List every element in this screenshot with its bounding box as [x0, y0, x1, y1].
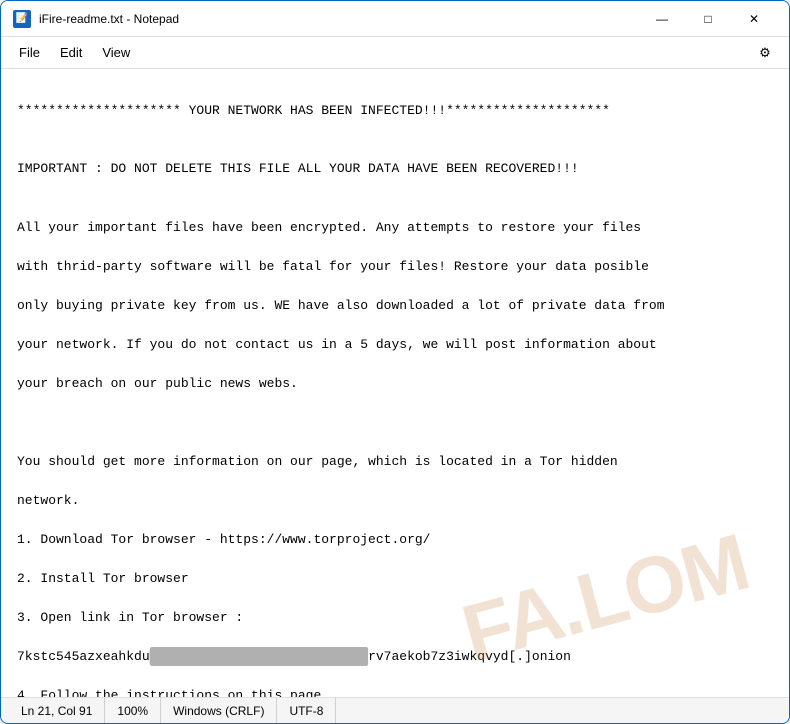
settings-gear-button[interactable]: ⚙: [749, 39, 781, 67]
line-8-text: your network. If you do not contact us i…: [17, 337, 657, 352]
text-editor-area[interactable]: ********************* YOUR NETWORK HAS B…: [1, 69, 789, 697]
menu-edit[interactable]: Edit: [50, 41, 92, 64]
line-17-text: 4. Follow the instructions on this page: [17, 688, 321, 698]
line-16-end: rv7aekob7z3iwkqvyd[.]onion: [368, 649, 571, 664]
line-14-text: 2. Install Tor browser: [17, 571, 189, 586]
minimize-button[interactable]: —: [639, 1, 685, 37]
app-icon-letter: 📝: [16, 13, 28, 24]
gear-icon: ⚙: [759, 45, 771, 61]
window-title: iFire-readme.txt - Notepad: [39, 12, 639, 26]
cursor-position: Ln 21, Col 91: [9, 698, 105, 723]
app-icon: 📝: [13, 10, 31, 28]
maximize-button[interactable]: □: [685, 1, 731, 37]
line-3: IMPORTANT : DO NOT DELETE THIS FILE ALL …: [17, 161, 579, 176]
line-6-text: with thrid-party software will be fatal …: [17, 259, 649, 274]
status-bar: Ln 21, Col 91 100% Windows (CRLF) UTF-8: [1, 697, 789, 723]
close-button[interactable]: ✕: [731, 1, 777, 37]
menu-view[interactable]: View: [92, 41, 140, 64]
line-9-text: your breach on our public news webs.: [17, 376, 298, 391]
menu-bar: File Edit View ⚙: [1, 37, 789, 69]
menu-file[interactable]: File: [9, 41, 50, 64]
title-bar: 📝 iFire-readme.txt - Notepad — □ ✕: [1, 1, 789, 37]
window-controls: — □ ✕: [639, 1, 777, 37]
line-15-text: 3. Open link in Tor browser :: [17, 610, 243, 625]
line-16-redacted: ████████████████████████████: [150, 647, 368, 667]
line-7-text: only buying private key from us. WE have…: [17, 298, 665, 313]
line-1: ********************* YOUR NETWORK HAS B…: [17, 103, 610, 118]
line-12-text: network.: [17, 493, 79, 508]
line-13-text: 1. Download Tor browser - https://www.to…: [17, 532, 430, 547]
line-11: You should get more information on our p…: [17, 454, 618, 469]
zoom-level[interactable]: 100%: [105, 698, 161, 723]
encoding[interactable]: UTF-8: [277, 698, 336, 723]
line-16-start: 7kstc545azxeahkdu: [17, 649, 150, 664]
line-ending[interactable]: Windows (CRLF): [161, 698, 277, 723]
file-content: ********************* YOUR NETWORK HAS B…: [17, 81, 773, 697]
line-5: All your important files have been encry…: [17, 220, 641, 235]
